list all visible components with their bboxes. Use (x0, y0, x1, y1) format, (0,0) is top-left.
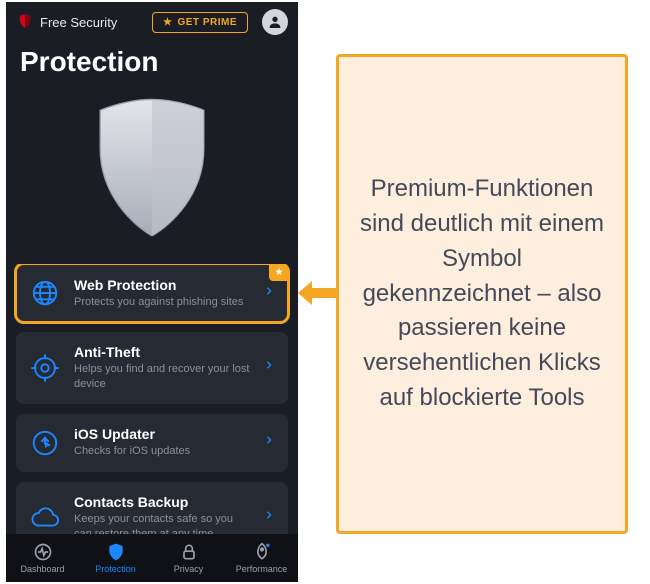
feature-list: ★ Web Protection Protects you against ph… (6, 264, 298, 534)
top-bar: Free Security ★ GET PRIME (6, 2, 298, 42)
tab-label: Protection (95, 564, 136, 574)
annotation-callout: Premium-Funktionen sind deutlich mit ein… (336, 54, 628, 534)
card-ios-updater[interactable]: iOS Updater Checks for iOS updates (16, 414, 288, 472)
card-contacts-backup[interactable]: Contacts Backup Keeps your contacts safe… (16, 482, 288, 534)
person-icon (267, 14, 283, 30)
chevron-right-icon (264, 433, 274, 452)
tab-label: Dashboard (20, 564, 64, 574)
app-frame: Free Security ★ GET PRIME Protection ★ (6, 2, 298, 582)
tab-protection[interactable]: Protection (79, 542, 152, 574)
avira-logo-icon (16, 13, 34, 31)
globe-icon (28, 276, 62, 310)
page-title: Protection (6, 42, 298, 88)
card-subtitle: Helps you find and recover your lost dev… (74, 362, 252, 392)
pulse-icon (33, 542, 53, 562)
card-title: Contacts Backup (74, 494, 252, 510)
tab-dashboard[interactable]: Dashboard (6, 542, 79, 574)
tab-performance[interactable]: Performance (225, 542, 298, 574)
annotation-arrow (298, 278, 338, 308)
card-web-protection[interactable]: ★ Web Protection Protects you against ph… (16, 264, 288, 322)
target-icon (28, 351, 62, 385)
status-shield (6, 88, 298, 264)
tab-privacy[interactable]: Privacy (152, 542, 225, 574)
card-subtitle: Checks for iOS updates (74, 444, 252, 459)
tab-bar: Dashboard Protection Privacy Performance (6, 534, 298, 582)
update-icon (28, 426, 62, 460)
get-prime-button[interactable]: ★ GET PRIME (152, 12, 248, 33)
card-anti-theft[interactable]: Anti-Theft Helps you find and recover yo… (16, 332, 288, 404)
rocket-icon (252, 542, 272, 562)
chevron-right-icon (264, 358, 274, 377)
star-icon: ★ (275, 267, 284, 278)
get-prime-label: GET PRIME (177, 17, 237, 28)
chevron-right-icon (264, 284, 274, 303)
tab-label: Privacy (174, 564, 204, 574)
cloud-icon (28, 501, 62, 534)
card-subtitle: Keeps your contacts safe so you can rest… (74, 512, 252, 534)
tab-label: Performance (236, 564, 288, 574)
premium-badge: ★ (269, 264, 289, 281)
annotation-text: Premium-Funktionen sind deutlich mit ein… (359, 172, 605, 416)
shield-icon (106, 542, 126, 562)
star-icon: ★ (163, 17, 172, 28)
profile-button[interactable] (262, 9, 288, 35)
brand-text: Free Security (40, 15, 146, 30)
lock-icon (179, 542, 199, 562)
card-title: iOS Updater (74, 426, 252, 442)
card-title: Web Protection (74, 277, 252, 293)
card-title: Anti-Theft (74, 344, 252, 360)
card-subtitle: Protects you against phishing sites (74, 295, 252, 310)
chevron-right-icon (264, 508, 274, 527)
